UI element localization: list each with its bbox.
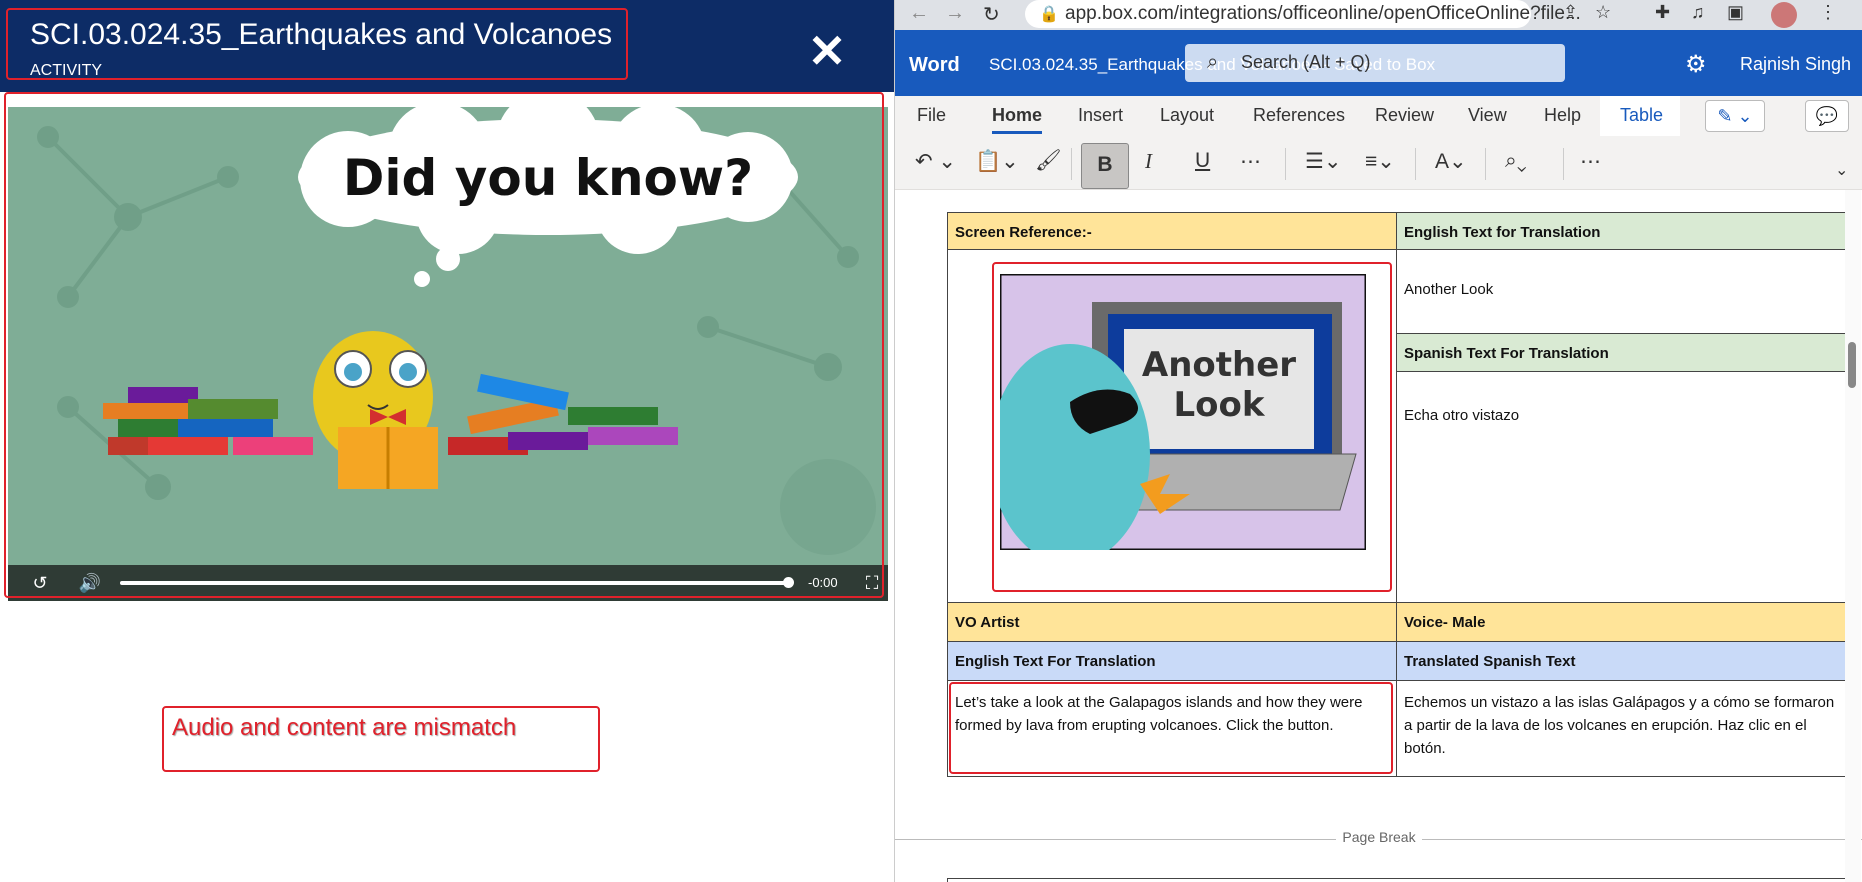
format-painter-icon[interactable]: 🖌 [1035,149,1062,173]
vertical-scrollbar[interactable] [1845,190,1861,882]
user-name[interactable]: Rajnish Singh [1740,54,1851,75]
editing-mode-button[interactable]: ✎ ⌄ [1705,100,1765,132]
ribbon-tabs: File Home Insert Layout References Revie… [895,96,1862,136]
english-text-value: Another Look [1396,249,1848,334]
italic-button[interactable]: I [1145,149,1152,174]
document-canvas[interactable]: Screen Reference:- English Text for Tran… [895,190,1862,882]
underline-button[interactable]: U [1195,149,1210,173]
spanish-text-label: Spanish Text For Translation [1396,333,1848,372]
tab-file[interactable]: File [917,105,946,126]
find-icon[interactable]: ⌕⌄ [1505,149,1527,173]
tab-help[interactable]: Help [1544,105,1581,126]
title-annotation-box [6,8,628,80]
paragraph-annotation-box [949,682,1393,774]
image-text-another: Another [1142,345,1296,385]
vo-artist-label: VO Artist [947,602,1397,642]
screen: SCI.03.024.35_Earthquakes and Volcanoes … [0,0,1862,882]
screen-image-cell: Another Look [947,249,1397,603]
tab-table[interactable]: Table [1620,105,1663,126]
english-translation-label: English Text For Translation [947,641,1397,681]
activity-panel: SCI.03.024.35_Earthquakes and Volcanoes … [0,0,894,882]
close-button[interactable]: ✕ [800,24,854,78]
align-icon[interactable]: ≡⌄ [1365,149,1395,174]
share-icon[interactable]: ⇪ [1563,2,1578,23]
search-icon: ⌕ [1207,51,1219,73]
screen-reference-label: Screen Reference:- [947,212,1397,250]
browser-toolbar: ← → ↻ 🔒 app.box.com/integrations/officeo… [895,0,1862,30]
tab-review[interactable]: Review [1375,105,1434,126]
english-text-label: English Text for Translation [1396,212,1848,250]
spanish-paragraph: Echemos un vistazo a las islas Galápagos… [1396,680,1848,777]
bookmark-star-icon[interactable]: ☆ [1595,2,1611,23]
undo-icon[interactable]: ↶ ⌄ [915,149,956,174]
back-icon[interactable]: ← [909,2,929,25]
translated-spanish-label: Translated Spanish Text [1396,641,1848,681]
bold-button[interactable]: B [1081,143,1129,189]
gear-icon[interactable]: ⚙ [1685,50,1707,79]
lock-icon: 🔒 [1039,6,1059,23]
spanish-text-value: Echa otro vistazo [1396,371,1848,603]
word-title-bar: Word SCI.03.024.35_Earthquakes and Volca… [895,30,1862,96]
extensions-icon[interactable]: ✚ [1655,2,1670,23]
image-text-look: Look [1174,385,1266,425]
mismatch-note: Audio and content are mismatch [172,714,517,741]
tab-layout[interactable]: Layout [1160,105,1214,126]
word-app-name[interactable]: Word [909,54,960,77]
browser-menu-icon[interactable]: ⋮ [1819,2,1837,23]
search-placeholder: Search (Alt + Q) [1241,52,1371,72]
another-look-image: Another Look [1000,274,1366,550]
collapse-ribbon-icon[interactable]: ⌄ [1835,160,1848,180]
tab-home[interactable]: Home [992,105,1042,126]
page-break-label: Page Break [1336,829,1422,845]
tab-references[interactable]: References [1253,105,1345,126]
styles-icon[interactable]: A⌄ [1435,149,1467,174]
search-box[interactable]: ⌕ Search (Alt + Q) [1185,44,1565,82]
comment-icon[interactable]: 💬 [1805,100,1849,132]
url-text: app.box.com/integrations/officeonline/op… [1065,3,1581,24]
sidepanel-icon[interactable]: ▣ [1727,2,1744,23]
forward-icon[interactable]: → [945,2,965,25]
more-font-icon[interactable]: ⋯ [1240,149,1261,174]
video-annotation-box [4,92,884,598]
word-online-window: ← → ↻ 🔒 app.box.com/integrations/officeo… [894,0,1862,882]
more-options-icon[interactable]: ⋯ [1580,149,1601,174]
voice-label: Voice- Male [1396,602,1848,642]
bullets-icon[interactable]: ☰⌄ [1305,149,1341,174]
profile-avatar[interactable] [1771,2,1797,28]
active-tab-underline [992,131,1042,134]
media-icon[interactable]: ♫ [1691,2,1705,23]
next-page-table-top [947,878,1849,882]
clipboard-icon[interactable]: 📋⌄ [975,149,1019,174]
scrollbar-thumb[interactable] [1848,342,1856,388]
tab-view[interactable]: View [1468,105,1507,126]
ribbon-toolbar: ↶ ⌄ 📋⌄ 🖌 B I U ⋯ ☰⌄ ≡⌄ A⌄ ⌕⌄ ⋯ ⌄ [895,136,1862,190]
reload-icon[interactable]: ↻ [983,2,1000,27]
address-bar[interactable]: 🔒 app.box.com/integrations/officeonline/… [1025,0,1581,28]
tab-insert[interactable]: Insert [1078,105,1123,126]
